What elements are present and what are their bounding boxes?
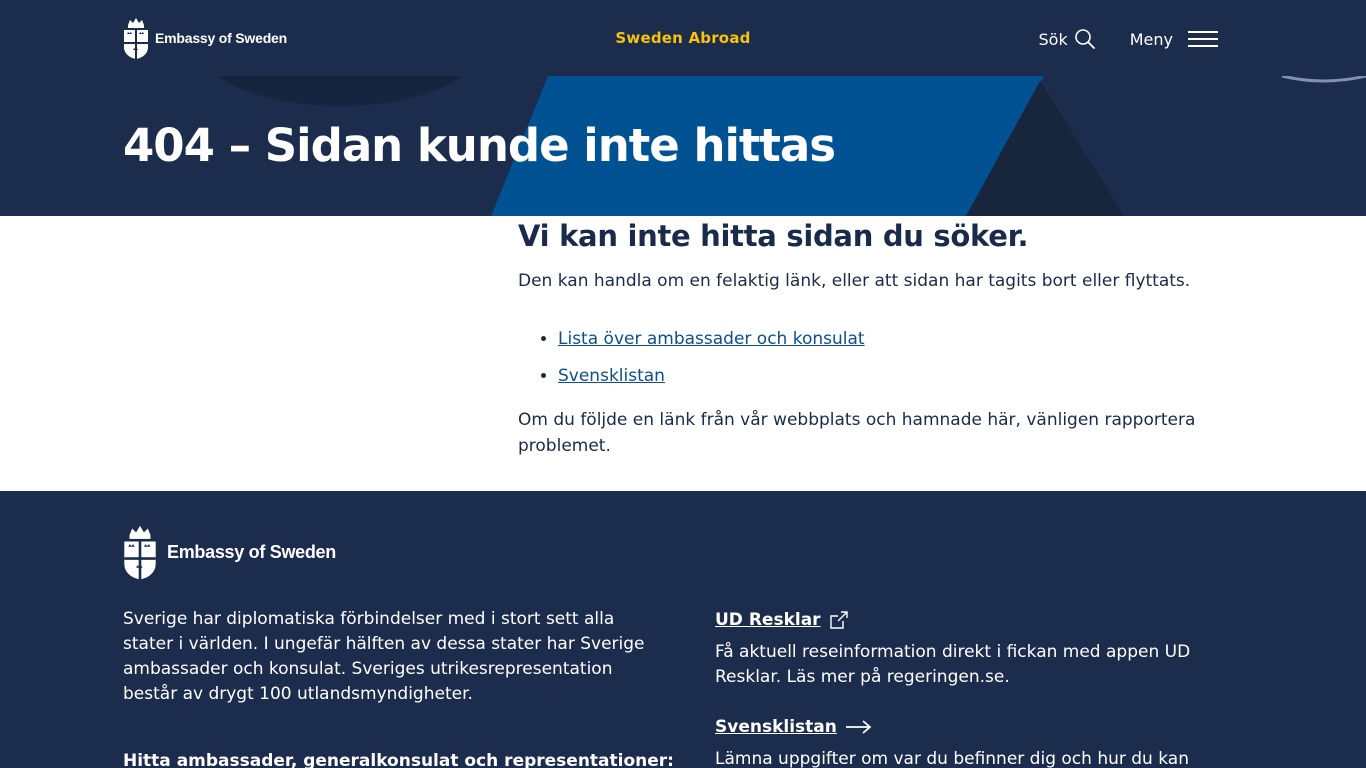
ud-resklar-block: UD Resklar Få aktuell reseinformation di… xyxy=(715,607,1215,690)
list-item: Svensklistan xyxy=(558,363,865,389)
brand-logo-link[interactable]: Embassy of Sweden xyxy=(123,17,287,59)
search-label: Sök xyxy=(1038,29,1068,49)
find-embassies-heading: Hitta ambassader, generalkonsulat och re… xyxy=(123,751,674,768)
footer-brand-name: Embassy of Sweden xyxy=(167,541,336,562)
footer-brand[interactable]: Embassy of Sweden xyxy=(123,522,336,582)
footer-links-column: UD Resklar Få aktuell reseinformation di… xyxy=(715,607,1215,768)
coat-of-arms-icon xyxy=(124,525,156,580)
external-link-icon xyxy=(829,611,848,629)
svensklistan-title: Svensklistan xyxy=(715,717,837,737)
error-description: Den kan handla om en felaktig länk, elle… xyxy=(518,271,1191,291)
arrow-right-icon xyxy=(845,720,872,734)
hero-banner: 404 – Sidan kunde inte hittas xyxy=(0,76,1366,216)
ud-resklar-title: UD Resklar xyxy=(715,610,821,630)
helpful-links-list: Lista över ambassader och konsulat Svens… xyxy=(518,326,865,400)
footer-svensklistan-link[interactable]: Svensklistan xyxy=(715,714,873,740)
footer-intro-text: Sverige har diplomatiska förbindelser me… xyxy=(123,609,645,704)
menu-label: Meny xyxy=(1129,29,1173,49)
report-text: Om du följde en länk från vår webbplats … xyxy=(518,410,1196,456)
svensklistan-block: Svensklistan Lämna uppgifter om var du b… xyxy=(715,714,1215,768)
menu-button[interactable]: Meny xyxy=(1130,30,1221,49)
brand-name: Embassy of Sweden xyxy=(155,30,287,46)
ud-resklar-text: Få aktuell reseinformation direkt i fick… xyxy=(715,642,1191,687)
search-button[interactable]: Sök xyxy=(1039,28,1096,50)
coat-of-arms-icon xyxy=(124,18,148,59)
header-nav: Sök Meny xyxy=(1039,28,1221,50)
svensklistan-text: Lämna uppgifter om var du befinner dig o… xyxy=(715,749,1189,768)
error-heading: Vi kan inte hitta sidan du söker. xyxy=(518,219,1029,253)
page-title: 404 – Sidan kunde inte hittas xyxy=(123,119,836,172)
site-header: Embassy of Sweden Sweden Abroad Sök Meny xyxy=(0,0,1366,76)
list-item: Lista över ambassader och konsulat xyxy=(558,326,865,352)
search-icon xyxy=(1074,29,1095,49)
svensklistan-link[interactable]: Svensklistan xyxy=(558,366,665,386)
ud-resklar-link[interactable]: UD Resklar xyxy=(715,607,849,633)
site-footer: Embassy of Sweden Sverige har diplomatis… xyxy=(0,491,1366,768)
embassies-list-link[interactable]: Lista över ambassader och konsulat xyxy=(558,329,865,349)
sweden-abroad-link[interactable]: Sweden Abroad xyxy=(615,29,750,47)
hamburger-menu-icon xyxy=(1188,31,1218,47)
